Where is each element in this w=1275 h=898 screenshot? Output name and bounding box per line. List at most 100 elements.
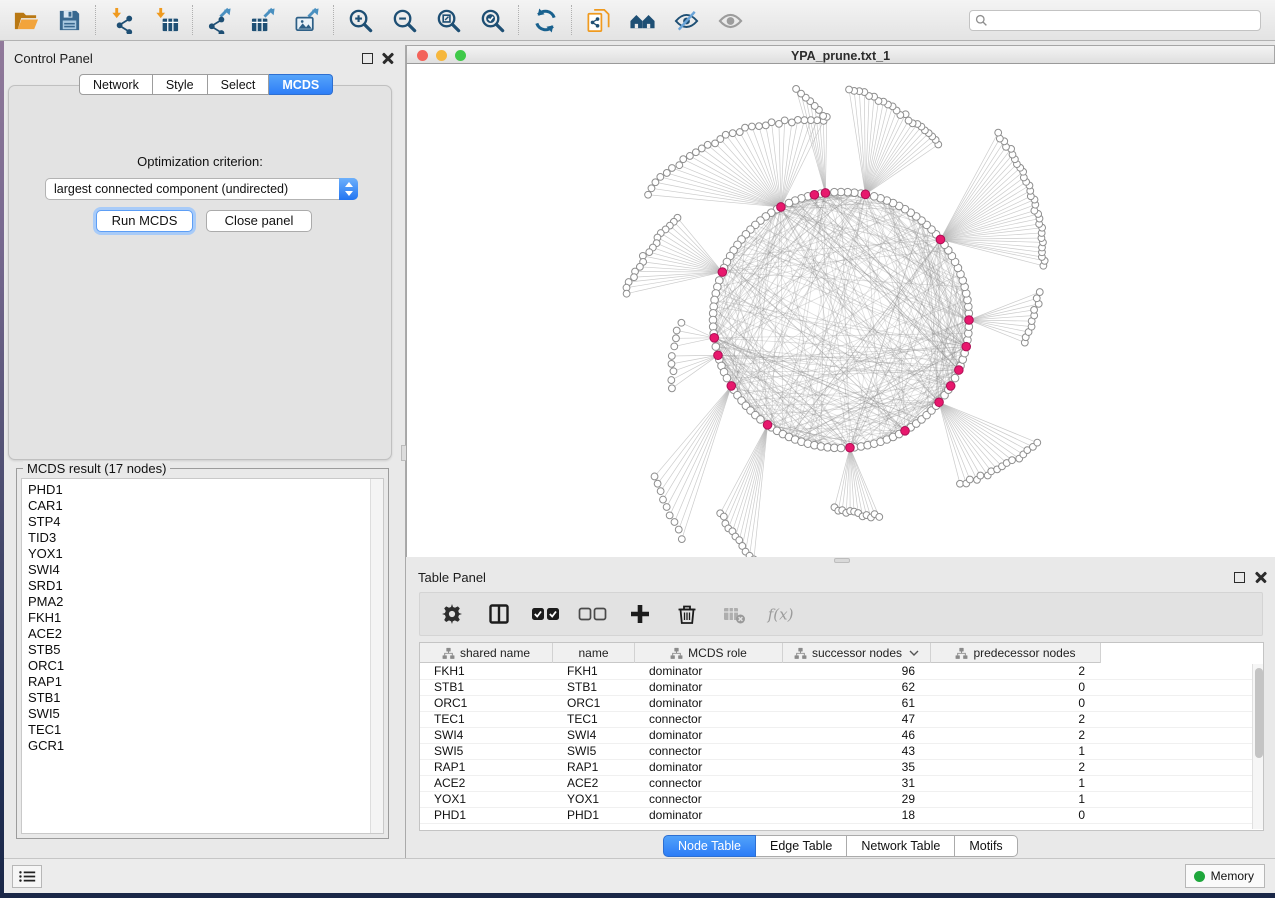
network-node[interactable] — [676, 162, 683, 169]
float-table-panel-icon[interactable] — [1234, 572, 1245, 583]
network-hub-node[interactable] — [777, 203, 786, 212]
mcds-result-item[interactable]: CAR1 — [22, 498, 383, 514]
network-node[interactable] — [951, 374, 959, 382]
import-network-button[interactable] — [107, 5, 137, 35]
network-hub-node[interactable] — [727, 382, 736, 391]
network-hub-node[interactable] — [936, 235, 945, 244]
network-node[interactable] — [729, 130, 736, 137]
hide-selected-button[interactable] — [671, 5, 701, 35]
search-box[interactable] — [969, 10, 1261, 31]
task-history-button[interactable] — [12, 865, 42, 888]
create-column-button[interactable] — [625, 599, 655, 629]
network-node[interactable] — [669, 385, 676, 392]
mcds-result-item[interactable]: GCR1 — [22, 738, 383, 754]
show-columns-button[interactable] — [484, 599, 514, 629]
network-hub-node[interactable] — [946, 382, 955, 391]
network-node[interactable] — [966, 476, 973, 483]
column-header-MCDS-role[interactable]: MCDS role — [635, 643, 783, 663]
network-node[interactable] — [680, 156, 687, 163]
zoom-in-button[interactable] — [345, 5, 375, 35]
table-row[interactable]: ACE2ACE2connector311 — [420, 776, 1252, 792]
network-node[interactable] — [757, 416, 765, 424]
zoom-selected-button[interactable] — [477, 5, 507, 35]
network-node[interactable] — [762, 122, 769, 129]
criterion-dropdown[interactable]: largest connected component (undirected) — [45, 178, 358, 200]
network-node[interactable] — [876, 514, 883, 521]
tab-mcds[interactable]: MCDS — [269, 74, 333, 95]
network-node[interactable] — [723, 374, 731, 382]
column-header-shared-name[interactable]: shared name — [420, 643, 553, 663]
mcds-result-item[interactable]: TEC1 — [22, 722, 383, 738]
horizontal-splitter-handle[interactable] — [834, 558, 850, 563]
table-row[interactable]: RAP1RAP1dominator352 — [420, 760, 1252, 776]
network-hub-node[interactable] — [714, 351, 723, 360]
network-node[interactable] — [675, 526, 682, 533]
network-node[interactable] — [671, 519, 678, 526]
network-node[interactable] — [668, 360, 675, 367]
mcds-result-item[interactable]: ORC1 — [22, 658, 383, 674]
network-node[interactable] — [623, 290, 630, 297]
mcds-result-item[interactable]: SWI4 — [22, 562, 383, 578]
column-header-predecessor-nodes[interactable]: predecessor nodes — [931, 643, 1101, 663]
search-input[interactable] — [992, 13, 1255, 27]
import-table-button[interactable] — [151, 5, 181, 35]
mcds-list-scrollbar[interactable] — [370, 479, 383, 833]
tab-network-table[interactable]: Network Table — [847, 835, 955, 857]
network-hub-node[interactable] — [901, 427, 910, 436]
network-node[interactable] — [756, 123, 763, 130]
network-node[interactable] — [788, 119, 795, 126]
zoom-fit-button[interactable] — [433, 5, 463, 35]
export-network-button[interactable] — [204, 5, 234, 35]
tab-style[interactable]: Style — [153, 74, 208, 95]
mcds-result-item[interactable]: SWI5 — [22, 706, 383, 722]
network-node[interactable] — [748, 123, 755, 130]
network-node[interactable] — [995, 129, 1002, 136]
mcds-result-item[interactable]: PHD1 — [22, 479, 383, 498]
network-node[interactable] — [654, 480, 661, 487]
export-image-button[interactable] — [292, 5, 322, 35]
save-session-button[interactable] — [54, 5, 84, 35]
tab-node-table[interactable]: Node Table — [663, 835, 756, 857]
mcds-result-item[interactable]: ACE2 — [22, 626, 383, 642]
table-row[interactable]: ORC1ORC1dominator610 — [420, 696, 1252, 712]
mcds-result-item[interactable]: FKH1 — [22, 610, 383, 626]
table-scrollbar-thumb[interactable] — [1255, 668, 1263, 758]
network-hub-node[interactable] — [935, 398, 944, 407]
network-node[interactable] — [831, 188, 839, 196]
table-options-button[interactable] — [437, 599, 467, 629]
table-row[interactable]: PHD1PHD1dominator180 — [420, 808, 1252, 824]
open-file-button[interactable] — [10, 5, 40, 35]
network-node[interactable] — [820, 113, 827, 120]
close-table-panel-icon[interactable] — [1255, 571, 1267, 583]
network-node[interactable] — [673, 335, 680, 342]
network-node[interactable] — [1031, 306, 1038, 313]
float-panel-icon[interactable] — [362, 53, 373, 64]
mcds-result-item[interactable]: YOX1 — [22, 546, 383, 562]
network-node[interactable] — [1034, 439, 1041, 446]
network-node[interactable] — [631, 274, 638, 281]
network-node[interactable] — [668, 377, 675, 384]
table-row[interactable]: SWI4SWI4dominator462 — [420, 728, 1252, 744]
network-hub-node[interactable] — [718, 268, 727, 277]
mcds-result-list[interactable]: PHD1CAR1STP4TID3YOX1SWI4SRD1PMA2FKH1ACE2… — [21, 478, 384, 834]
table-row[interactable]: TEC1TEC1connector472 — [420, 712, 1252, 728]
network-node[interactable] — [670, 368, 677, 375]
column-header-name[interactable]: name — [553, 643, 635, 663]
network-node[interactable] — [660, 496, 667, 503]
network-node[interactable] — [905, 117, 912, 124]
network-hub-node[interactable] — [955, 366, 964, 375]
network-hub-node[interactable] — [763, 421, 772, 430]
delete-columns-button[interactable] — [672, 599, 702, 629]
mcds-result-item[interactable]: RAP1 — [22, 674, 383, 690]
network-node[interactable] — [807, 117, 814, 124]
tab-motifs[interactable]: Motifs — [955, 835, 1017, 857]
run-mcds-button[interactable]: Run MCDS — [96, 210, 193, 232]
network-node[interactable] — [1036, 289, 1043, 296]
mcds-result-item[interactable]: STB1 — [22, 690, 383, 706]
network-hub-node[interactable] — [810, 190, 819, 199]
network-node[interactable] — [814, 117, 821, 124]
table-scrollbar[interactable] — [1252, 664, 1263, 829]
memory-button[interactable]: Memory — [1185, 864, 1265, 888]
network-node[interactable] — [666, 512, 673, 519]
select-all-rows-button[interactable] — [531, 599, 561, 629]
